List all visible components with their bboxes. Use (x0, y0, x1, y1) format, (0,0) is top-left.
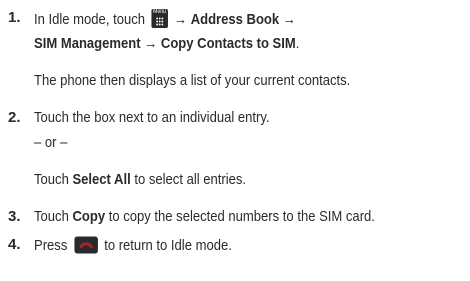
step-4-pre: Press (34, 237, 71, 254)
step-1-note: The phone then displays a list of your c… (34, 72, 351, 89)
step-1-bold-1: Address Book → (190, 11, 296, 28)
step-3-pre: Touch (34, 208, 73, 225)
step-2-or: – or – (34, 134, 68, 151)
select-all-label: Select All (72, 171, 131, 188)
step-2-alt-post: to select all entries. (130, 171, 247, 188)
step-4-text: Press to return to Idle mode. (34, 236, 232, 259)
step-2-text: Touch the box next to an individual entr… (34, 109, 270, 126)
step-2-alt: Touch Select All to select all entries. (34, 171, 246, 189)
step-3-number: 3. (8, 208, 21, 225)
step-4-number: 4. (8, 236, 21, 253)
step-1-period: . (295, 35, 300, 52)
step-3-post: to copy the selected numbers to the SIM … (105, 208, 375, 225)
step-1-line-2: SIM Management → Copy Contacts to SIM. (34, 35, 299, 53)
step-1-arrow: → (174, 11, 188, 28)
instruction-list: 1. In Idle mode, touch Menu → Address Bo… (0, 0, 470, 281)
step-1-text: In Idle mode, touch (34, 11, 146, 28)
step-1-bold-2: SIM Management → Copy Contacts to SIM (34, 35, 296, 52)
step-1-number: 1. (8, 9, 21, 26)
step-3-text: Touch Copy to copy the selected numbers … (34, 208, 375, 226)
end-key-icon (74, 236, 98, 259)
menu-grid-icon (155, 17, 164, 26)
step-2-number: 2. (8, 109, 21, 126)
copy-label: Copy (72, 208, 106, 225)
step-1-line-1: In Idle mode, touch Menu → Address Book … (34, 9, 296, 29)
step-2-alt-pre: Touch (34, 171, 73, 188)
step-4-post: to return to Idle mode. (100, 237, 232, 254)
menu-key-icon: Menu (151, 9, 168, 28)
menu-key-label: Menu (152, 9, 167, 15)
